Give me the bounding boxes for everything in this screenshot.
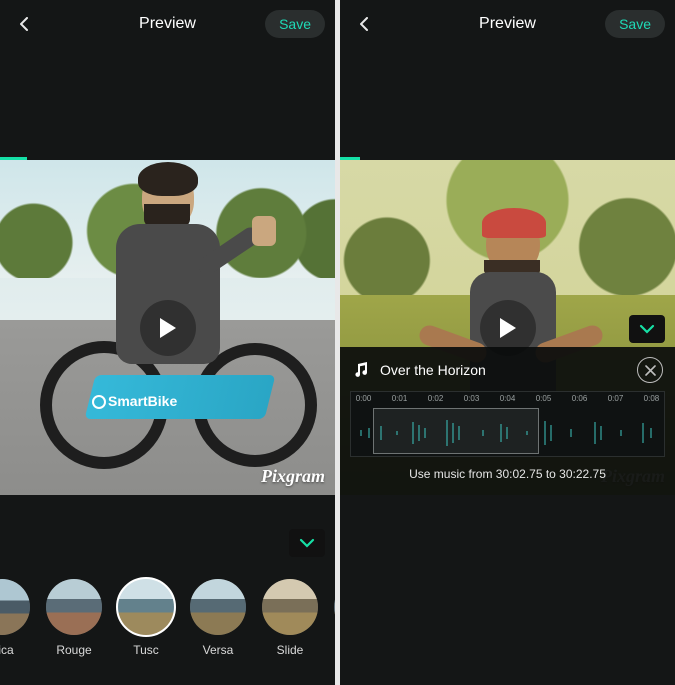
expand-filters-button[interactable] — [289, 529, 325, 557]
audio-timeline[interactable]: 0:00 0:01 0:02 0:03 0:04 0:05 0:06 0:07 0:08 — [350, 391, 665, 457]
waveform — [351, 416, 665, 450]
tick-label: 0:01 — [392, 394, 408, 403]
tick-label: 0:05 — [536, 394, 552, 403]
watermark: Pixgram — [261, 466, 325, 487]
video-preview[interactable]: SmartBike Pixgram — [0, 160, 335, 495]
expand-row — [0, 523, 335, 561]
play-button[interactable] — [140, 300, 196, 356]
video-preview[interactable]: Pixgram Over the Horizon 0:000:010:020:0… — [340, 160, 675, 495]
filter-versa[interactable]: Versa — [188, 579, 248, 657]
filter-rouge[interactable]: Rouge — [44, 579, 104, 657]
tick-label: 0:06 — [572, 394, 588, 403]
music-panel: Over the Horizon 0:000:010:020:030:040:0… — [340, 347, 675, 495]
tick-label: 0:00 — [356, 394, 372, 403]
back-button[interactable] — [350, 10, 378, 38]
tick-label: 0:02 — [428, 394, 444, 403]
music-range-text: Use music from 30:02.75 to 30:22.75 — [340, 457, 675, 485]
tick-label: 0:04 — [500, 394, 516, 403]
save-button[interactable]: Save — [265, 10, 325, 38]
screen-music: Preview Save Pixgram — [340, 0, 675, 685]
remove-music-button[interactable] — [637, 357, 663, 383]
screen-filters: Preview Save SmartBike — [0, 0, 335, 685]
back-button[interactable] — [10, 10, 38, 38]
tick-label: 0:07 — [608, 394, 624, 403]
filter-bu[interactable]: Bu — [332, 579, 335, 657]
save-button[interactable]: Save — [605, 10, 665, 38]
filter-slide[interactable]: Slide — [260, 579, 320, 657]
topbar: Preview Save — [340, 0, 675, 48]
music-note-icon — [352, 361, 370, 379]
filter-strip[interactable]: Pica Rouge Tusc Versa Slide Bu — [0, 561, 335, 669]
collapse-music-button[interactable] — [629, 315, 665, 343]
track-title: Over the Horizon — [380, 362, 627, 378]
topbar: Preview Save — [0, 0, 335, 48]
preview-spacer — [340, 48, 675, 160]
filter-tusc[interactable]: Tusc — [116, 579, 176, 657]
tick-label: 0:03 — [464, 394, 480, 403]
tick-row: 0:00 0:01 0:02 0:03 0:04 0:05 0:06 0:07 0:08 — [351, 394, 664, 408]
filter-pica[interactable]: Pica — [0, 579, 32, 657]
tick-label: 0:08 — [644, 394, 660, 403]
preview-spacer — [0, 48, 335, 160]
